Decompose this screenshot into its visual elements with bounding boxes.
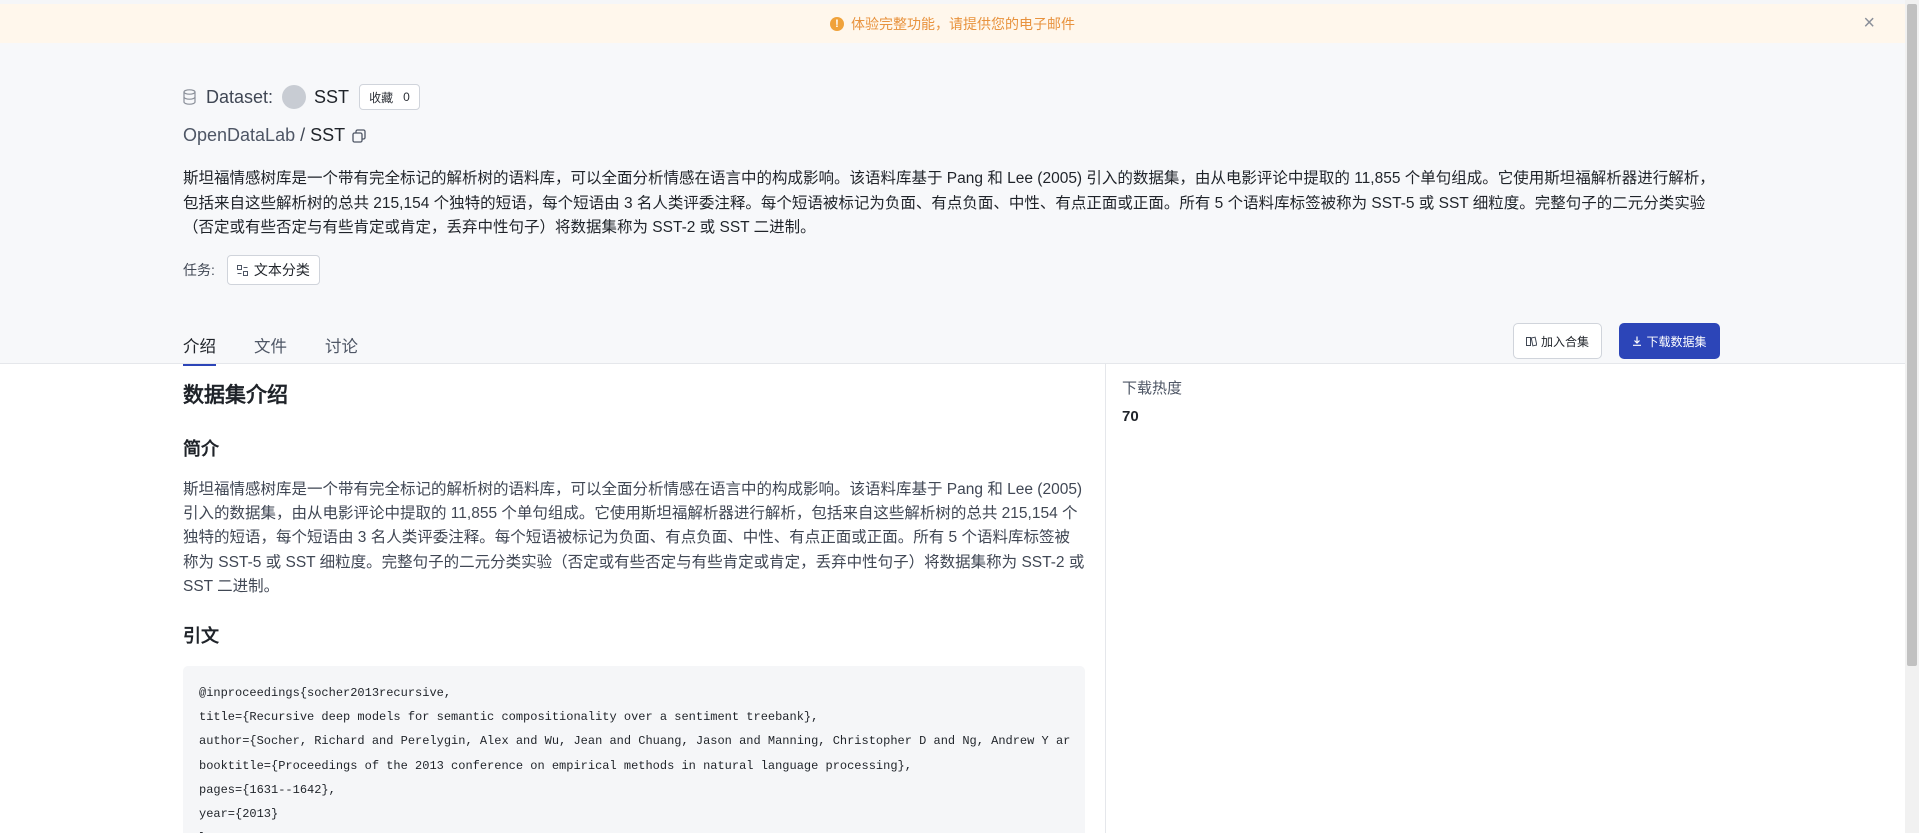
breadcrumb: OpenDataLab / SST xyxy=(183,125,366,146)
dataset-header: Dataset: SST 收藏 0 OpenDataLab / SST 斯坦福情… xyxy=(0,43,1905,366)
download-dataset-label: 下载数据集 xyxy=(1646,334,1707,349)
copy-icon[interactable] xyxy=(352,128,366,143)
downloads-label: 下载热度 xyxy=(1122,380,1183,397)
avatar xyxy=(282,85,307,109)
section-title: 数据集介绍 xyxy=(183,384,288,407)
title-row: Dataset: SST 收藏 0 xyxy=(183,83,420,111)
task-chip[interactable]: 文本分类 xyxy=(226,255,320,285)
database-icon xyxy=(183,89,196,105)
page-scrollbar[interactable] xyxy=(1905,0,1919,833)
dataset-name: SST xyxy=(314,86,350,107)
citation-code-block[interactable]: @inproceedings{socher2013recursive, titl… xyxy=(183,666,1085,833)
add-to-collection-button[interactable]: 加入合集 xyxy=(1513,323,1602,359)
add-to-collection-label: 加入合集 xyxy=(1540,334,1589,349)
download-icon xyxy=(1633,336,1642,346)
page: ! 体验完整功能，请提供您的电子邮件 × Dataset: SST 收藏 0 O… xyxy=(0,0,1905,833)
path-name: SST xyxy=(310,125,346,145)
tab-intro[interactable]: 介绍 xyxy=(183,333,216,366)
favorite-label: 收藏 xyxy=(369,90,394,105)
downloads-value: 70 xyxy=(1122,408,1139,425)
sidebar-stats: 下载热度 70 xyxy=(1122,377,1182,425)
close-icon[interactable]: × xyxy=(1863,13,1875,33)
collection-icon xyxy=(1525,336,1537,346)
favorite-button[interactable]: 收藏 0 xyxy=(359,84,420,110)
task-label: 任务: xyxy=(183,262,215,278)
warning-icon: ! xyxy=(830,16,844,31)
favorite-count: 0 xyxy=(403,90,410,104)
tab-files[interactable]: 文件 xyxy=(254,333,287,363)
citation-heading: 引文 xyxy=(183,626,219,646)
intro-heading: 简介 xyxy=(183,439,219,459)
sidebar-divider xyxy=(1105,364,1106,833)
download-dataset-button[interactable]: 下载数据集 xyxy=(1619,323,1720,359)
tab-discussion[interactable]: 讨论 xyxy=(325,333,358,363)
path-separator: / xyxy=(300,125,306,145)
intro-text: 斯坦福情感树库是一个带有完全标记的解析树的语料库，可以全面分析情感在语言中的构成… xyxy=(183,481,1085,595)
dataset-label: Dataset: xyxy=(206,86,274,107)
content-divider xyxy=(0,363,1905,364)
text-classification-icon xyxy=(236,264,248,276)
notice-text: 体验完整功能，请提供您的电子邮件 xyxy=(851,15,1075,32)
scrollbar-thumb[interactable] xyxy=(1907,4,1917,666)
notice-banner: ! 体验完整功能，请提供您的电子邮件 × xyxy=(0,4,1905,43)
tab-bar: 介绍 文件 讨论 xyxy=(183,333,396,366)
task-row: 任务: 文本分类 xyxy=(183,255,320,285)
dataset-description: 斯坦福情感树库是一个带有完全标记的解析树的语料库，可以全面分析情感在语言中的构成… xyxy=(183,170,1715,236)
task-value: 文本分类 xyxy=(253,262,310,278)
org-link[interactable]: OpenDataLab xyxy=(183,125,295,146)
